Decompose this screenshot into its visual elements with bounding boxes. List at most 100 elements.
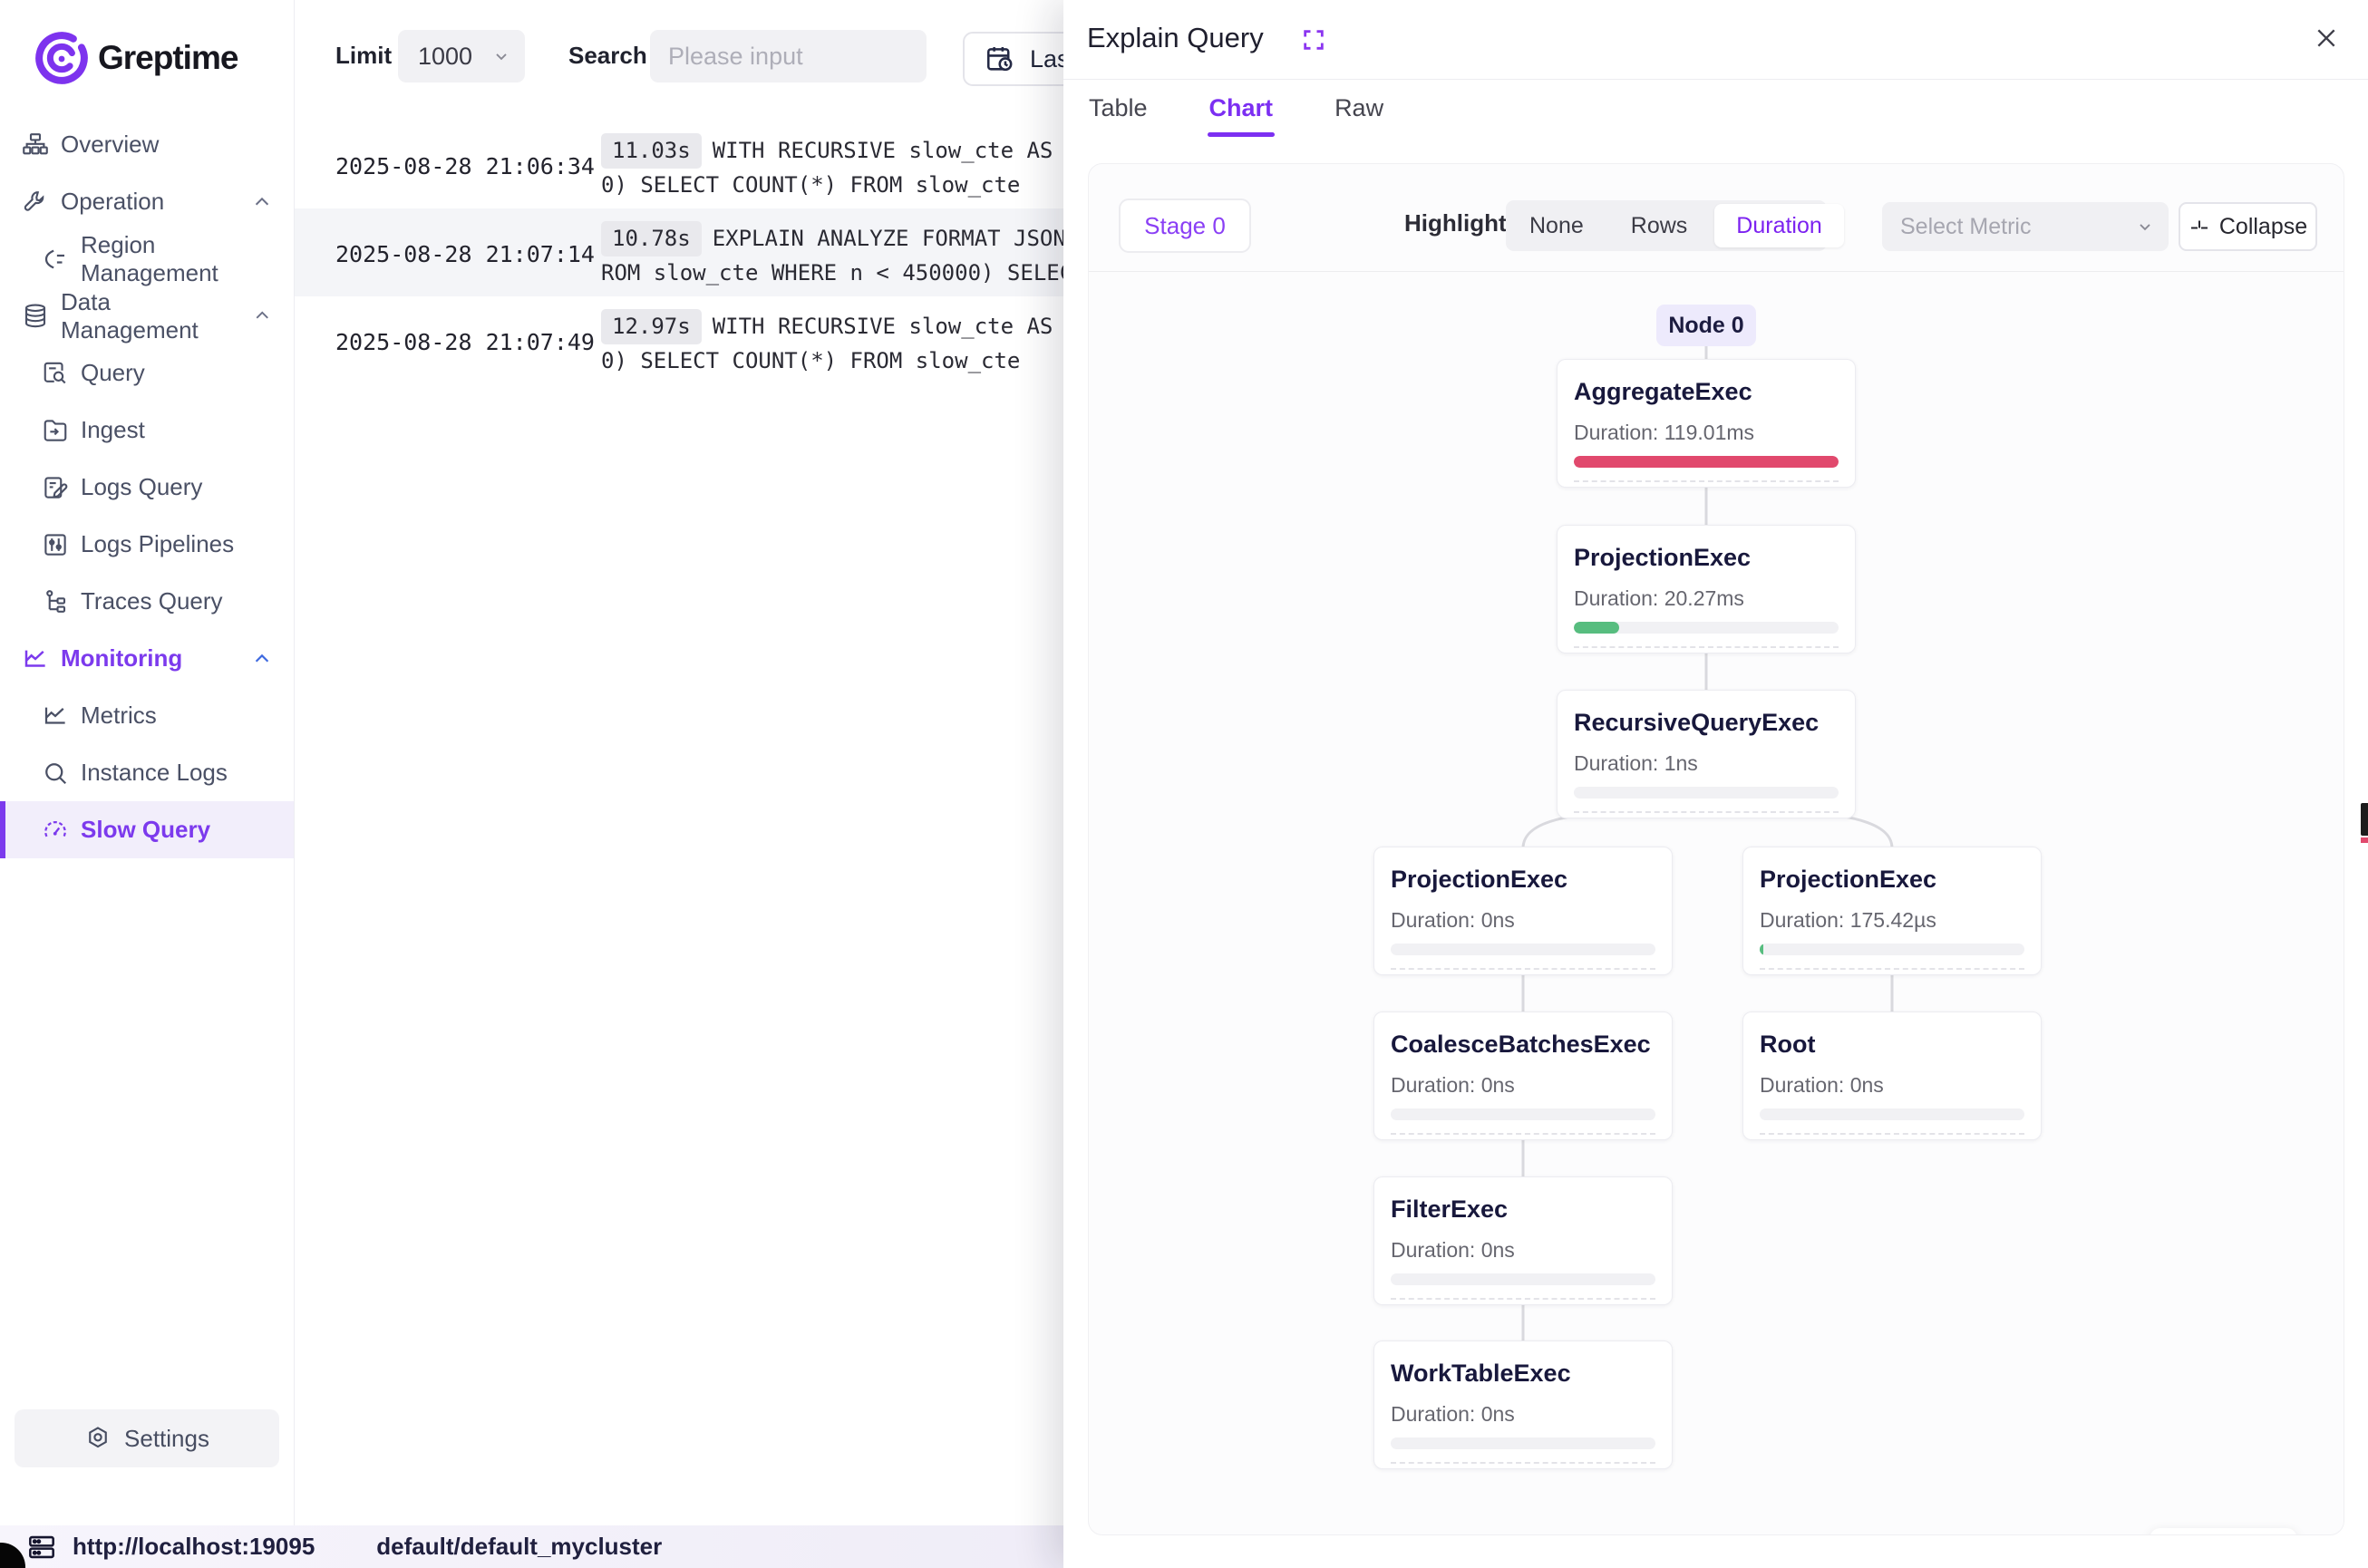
zoom-controls	[2150, 1528, 2297, 1535]
metrics-chart-icon	[42, 702, 69, 730]
search-icon	[42, 760, 69, 787]
cluster-name: default/default_mycluster	[376, 1533, 662, 1561]
sidebar-item-query[interactable]: Query	[0, 344, 294, 402]
row-timestamp: 2025-08-28 21:06:34	[335, 133, 601, 179]
sidebar-item-slow-query[interactable]: Slow Query	[0, 801, 294, 858]
search-input[interactable]	[650, 30, 927, 82]
server-url: http://localhost:19095	[73, 1533, 315, 1561]
plan-node-title: ProjectionExec	[1574, 544, 1839, 572]
gear-icon	[84, 1425, 112, 1452]
plan-node-recursive-query-exec[interactable]: RecursiveQueryExec Duration: 1ns	[1557, 690, 1856, 818]
sidebar-item-label: Instance Logs	[81, 759, 228, 787]
plan-node-duration: Duration: 175.42µs	[1760, 908, 2024, 933]
sitemap-icon	[22, 131, 49, 159]
sidebar-item-label: Ingest	[81, 416, 145, 444]
dashed-divider	[1760, 1133, 2024, 1135]
sidebar-item-label: Region Management	[81, 231, 294, 287]
plan-node-filter-exec[interactable]: FilterExec Duration: 0ns	[1373, 1176, 1673, 1305]
duration-badge: 10.78s	[601, 221, 702, 256]
dashed-divider	[1391, 1462, 1655, 1464]
chart-card: Stage 0 Highlight None Rows Duration Sel…	[1088, 163, 2344, 1535]
plan-node-duration: Duration: 119.01ms	[1574, 421, 1839, 445]
sidebar-item-label: Monitoring	[61, 644, 182, 673]
dashed-divider	[1574, 480, 1839, 482]
plan-node-duration: Duration: 0ns	[1391, 1238, 1655, 1263]
sidebar-item-label: Logs Pipelines	[81, 530, 234, 558]
plan-node-duration: Duration: 0ns	[1391, 908, 1655, 933]
node-group-badge: Node 0	[1656, 305, 1756, 346]
plan-node-root[interactable]: Root Duration: 0ns	[1742, 1011, 2042, 1140]
tab-chart[interactable]: Chart	[1209, 94, 1274, 137]
plan-node-title: WorkTableExec	[1391, 1360, 1655, 1388]
server-icon	[27, 1533, 56, 1562]
sidebar-item-logs-pipelines[interactable]: Logs Pipelines	[0, 516, 294, 573]
dashed-divider	[1574, 811, 1839, 813]
duration-badge: 12.97s	[601, 309, 702, 344]
greptime-logo-icon	[34, 31, 89, 85]
document-search-icon	[42, 360, 69, 387]
dashed-divider	[1760, 968, 2024, 970]
sidebar-item-metrics[interactable]: Metrics	[0, 687, 294, 744]
duration-bar	[1574, 456, 1839, 468]
calendar-clock-icon	[985, 44, 1015, 74]
collapse-label: Collapse	[2219, 214, 2307, 240]
collapse-button[interactable]: Collapse	[2179, 202, 2317, 251]
highlight-option-duration[interactable]: Duration	[1714, 204, 1844, 247]
plan-node-coalesce-batches-exec[interactable]: CoalesceBatchesExec Duration: 0ns	[1373, 1011, 1673, 1140]
plan-node-title: Root	[1760, 1031, 2024, 1059]
dashed-divider	[1391, 968, 1655, 970]
duration-bar	[1574, 622, 1839, 634]
stage-button[interactable]: Stage 0	[1119, 198, 1251, 253]
plan-node-projection-exec-right[interactable]: ProjectionExec Duration: 175.42µs	[1742, 847, 2042, 975]
limit-select[interactable]: 1000	[398, 30, 525, 82]
row-sql: 12.97sWITH RECURSIVE slow_cte AS (SELE 0…	[601, 309, 1109, 378]
plan-node-aggregate-exec[interactable]: AggregateExec Duration: 119.01ms	[1557, 359, 1856, 488]
sidebar-item-logs-query[interactable]: Logs Query	[0, 459, 294, 516]
sidebar-item-label: Data Management	[61, 288, 241, 344]
dashed-divider	[1391, 1298, 1655, 1300]
duration-bar	[1760, 944, 2024, 955]
ingest-icon	[42, 417, 69, 444]
document-edit-icon	[42, 474, 69, 501]
tab-raw[interactable]: Raw	[1334, 94, 1383, 137]
sidebar-item-instance-logs[interactable]: Instance Logs	[0, 744, 294, 801]
highlight-option-rows[interactable]: Rows	[1607, 213, 1712, 239]
tab-table[interactable]: Table	[1089, 94, 1148, 137]
sidebar-item-label: Operation	[61, 188, 164, 216]
sidebar-item-traces-query[interactable]: Traces Query	[0, 573, 294, 630]
chevron-up-icon	[252, 649, 272, 669]
metric-select[interactable]: Select Metric	[1882, 202, 2169, 251]
settings-button[interactable]: Settings	[15, 1409, 279, 1467]
chevron-down-icon	[2136, 218, 2154, 236]
explain-query-drawer: Explain Query Table Chart Raw Stage 0 Hi…	[1063, 0, 2368, 1568]
sidebar-item-label: Overview	[61, 131, 159, 159]
plan-node-projection-exec[interactable]: ProjectionExec Duration: 20.27ms	[1557, 525, 1856, 653]
plan-node-title: FilterExec	[1391, 1195, 1655, 1224]
row-timestamp: 2025-08-28 21:07:14	[335, 221, 601, 267]
sidebar-group-data-management[interactable]: Data Management	[0, 287, 294, 344]
duration-badge: 11.03s	[601, 133, 702, 169]
close-icon[interactable]	[2312, 24, 2341, 53]
sidebar-item-label: Logs Query	[81, 473, 202, 501]
plan-node-projection-exec-left[interactable]: ProjectionExec Duration: 0ns	[1373, 847, 1673, 975]
chart-line-icon	[22, 645, 49, 673]
dashed-divider	[1391, 1133, 1655, 1135]
sidebar-item-overview[interactable]: Overview	[0, 116, 294, 173]
duration-bar	[1391, 1273, 1655, 1285]
highlight-option-none[interactable]: None	[1506, 213, 1607, 239]
plan-node-work-table-exec[interactable]: WorkTableExec Duration: 0ns	[1373, 1341, 1673, 1469]
sidebar-item-region-management[interactable]: Region Management	[0, 230, 294, 287]
drawer-tabs: Table Chart Raw	[1089, 94, 1383, 137]
sidebar-group-monitoring[interactable]: Monitoring	[0, 630, 294, 687]
wrench-icon	[22, 189, 49, 216]
sidebar-group-operation[interactable]: Operation	[0, 173, 294, 230]
highlight-label: Highlight	[1404, 209, 1507, 237]
sidebar-item-ingest[interactable]: Ingest	[0, 402, 294, 459]
plan-tree-canvas[interactable]: Node 0 AggregateExec Duration: 119.01ms …	[1089, 272, 2344, 1534]
brand-name: Greptime	[98, 39, 238, 77]
minimap-fragment-marker	[2361, 837, 2368, 843]
trace-tree-icon	[42, 588, 69, 615]
fullscreen-icon[interactable]	[1301, 27, 1326, 53]
plan-node-duration: Duration: 0ns	[1760, 1073, 2024, 1098]
plan-node-duration: Duration: 0ns	[1391, 1402, 1655, 1427]
